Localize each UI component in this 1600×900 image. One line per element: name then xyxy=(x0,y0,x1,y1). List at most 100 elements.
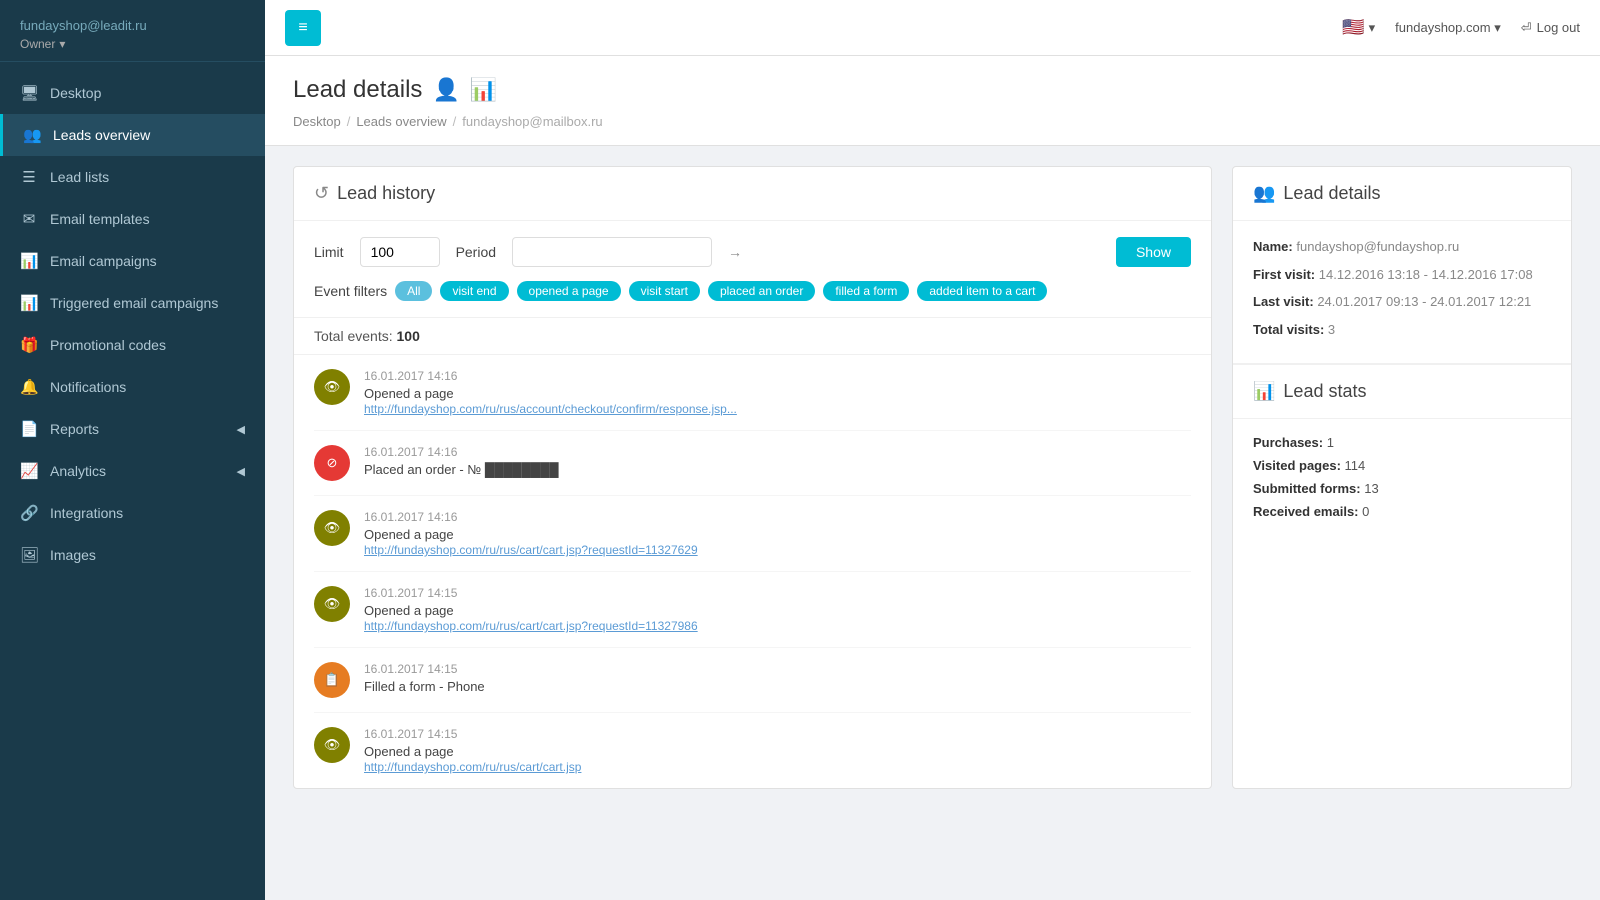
lead-stats-icon: 📊 xyxy=(1253,381,1275,402)
history-icon: ↺ xyxy=(314,183,329,204)
nav-icon-desktop: 🖥 xyxy=(20,84,38,102)
event-content-2: 16.01.2017 14:16 Placed an order - № ███… xyxy=(364,445,1191,477)
nav-icon-notifications: 🔔 xyxy=(20,378,38,396)
breadcrumb-desktop[interactable]: Desktop xyxy=(293,114,341,129)
event-icon-3: 👁 xyxy=(314,510,350,546)
event-content-5: 16.01.2017 14:15 Filled a form - Phone xyxy=(364,662,1191,694)
sidebar-item-integrations[interactable]: 🔗 Integrations xyxy=(0,492,265,534)
lead-stats-panel-header: 📊 Lead stats xyxy=(1233,364,1571,419)
filter-tag-filled-form[interactable]: filled a form xyxy=(823,281,909,301)
history-filters: Limit Period → Show Event filters Allvis… xyxy=(294,221,1211,318)
event-time-6: 16.01.2017 14:15 xyxy=(364,727,1191,741)
nav-icon-promotional-codes: 🎁 xyxy=(20,336,38,354)
lead-history-header: ↺ Lead history xyxy=(294,167,1211,221)
period-input[interactable] xyxy=(512,237,712,267)
lead-last-visit-row: Last visit: 24.01.2017 09:13 - 24.01.201… xyxy=(1253,292,1551,312)
limit-label: Limit xyxy=(314,244,344,260)
event-list[interactable]: 👁 16.01.2017 14:16 Opened a page http://… xyxy=(294,355,1211,788)
visited-pages-row: Visited pages: 114 xyxy=(1253,458,1551,473)
sidebar-item-leads-overview[interactable]: 👥 Leads overview xyxy=(0,114,265,156)
sidebar-item-notifications[interactable]: 🔔 Notifications xyxy=(0,366,265,408)
nav-label-notifications: Notifications xyxy=(50,379,126,395)
breadcrumb: Desktop / Leads overview / fundayshop@ma… xyxy=(293,114,1572,129)
event-item: 👁 16.01.2017 14:15 Opened a page http://… xyxy=(314,713,1191,788)
event-icon-4: 👁 xyxy=(314,586,350,622)
event-desc-4: Opened a page http://fundayshop.com/ru/r… xyxy=(364,603,1191,633)
logout-button[interactable]: ⏎ Log out xyxy=(1521,20,1580,36)
event-item: ⊘ 16.01.2017 14:16 Placed an order - № █… xyxy=(314,431,1191,496)
topbar: ≡ 🇺🇸 ▾ fundayshop.com ▾ ⏎ Log out xyxy=(265,0,1600,56)
filter-tag-placed-order[interactable]: placed an order xyxy=(708,281,815,301)
show-button[interactable]: Show xyxy=(1116,237,1191,267)
sidebar-item-email-campaigns[interactable]: 📊 Email campaigns xyxy=(0,240,265,282)
lead-total-visits-row: Total visits: 3 xyxy=(1253,320,1551,340)
event-link-6[interactable]: http://fundayshop.com/ru/rus/cart/cart.j… xyxy=(364,760,581,774)
filter-tag-visit-start[interactable]: visit start xyxy=(629,281,700,301)
sidebar-nav: 🖥 Desktop 👥 Leads overview ☰ Lead lists … xyxy=(0,62,265,586)
main-wrapper: ≡ 🇺🇸 ▾ fundayshop.com ▾ ⏎ Log out Lead d… xyxy=(265,0,1600,900)
nav-icon-images: 🖼 xyxy=(20,546,38,564)
nav-icon-email-templates: ✉ xyxy=(20,210,38,228)
event-item: 📋 16.01.2017 14:15 Filled a form - Phone xyxy=(314,648,1191,713)
main-grid: ↺ Lead history Limit Period → Show Event… xyxy=(293,166,1572,789)
sidebar-role-dropdown[interactable]: Owner ▾ xyxy=(20,37,245,51)
nav-label-integrations: Integrations xyxy=(50,505,123,521)
filter-tag-added-cart[interactable]: added item to a cart xyxy=(917,281,1047,301)
hamburger-button[interactable]: ≡ xyxy=(285,10,321,46)
sidebar-item-images[interactable]: 🖼 Images xyxy=(0,534,265,576)
nav-label-lead-lists: Lead lists xyxy=(50,169,109,185)
event-desc-3: Opened a page http://fundayshop.com/ru/r… xyxy=(364,527,1191,557)
sidebar-item-reports[interactable]: 📄 Reports ◀ xyxy=(0,408,265,450)
event-content-3: 16.01.2017 14:16 Opened a page http://fu… xyxy=(364,510,1191,557)
page-header: Lead details 👤 📊 Desktop / Leads overvie… xyxy=(265,56,1600,146)
lead-first-visit-row: First visit: 14.12.2016 13:18 - 14.12.20… xyxy=(1253,265,1551,285)
event-filters-row: Event filters All visit end opened a page v… xyxy=(314,281,1191,301)
nav-label-leads-overview: Leads overview xyxy=(53,127,150,143)
event-icon-1: 👁 xyxy=(314,369,350,405)
sidebar-item-promotional-codes[interactable]: 🎁 Promotional codes xyxy=(0,324,265,366)
lead-details-panel-header: 👥 Lead details xyxy=(1233,167,1571,221)
pie-chart-icon: 📊 xyxy=(470,77,497,103)
nav-label-triggered-campaigns: Triggered email campaigns xyxy=(50,295,218,311)
event-time-5: 16.01.2017 14:15 xyxy=(364,662,1191,676)
sidebar: fundayshop@leadit.ru Owner ▾ 🖥 Desktop 👥… xyxy=(0,0,265,900)
received-emails-row: Received emails: 0 xyxy=(1253,504,1551,519)
lead-details-section: Name: fundayshop@fundayshop.ru First vis… xyxy=(1233,221,1571,364)
breadcrumb-leads-overview[interactable]: Leads overview xyxy=(356,114,446,129)
event-time-3: 16.01.2017 14:16 xyxy=(364,510,1191,524)
logout-icon: ⏎ xyxy=(1521,20,1532,36)
event-link-3[interactable]: http://fundayshop.com/ru/rus/cart/cart.j… xyxy=(364,543,698,557)
event-desc-6: Opened a page http://fundayshop.com/ru/r… xyxy=(364,744,1191,774)
event-desc-1: Opened a page http://fundayshop.com/ru/r… xyxy=(364,386,1191,416)
event-link-1[interactable]: http://fundayshop.com/ru/rus/account/che… xyxy=(364,402,737,416)
event-filters-label: Event filters xyxy=(314,283,387,299)
lead-history-panel: ↺ Lead history Limit Period → Show Event… xyxy=(293,166,1212,789)
nav-label-email-campaigns: Email campaigns xyxy=(50,253,157,269)
flag-icon: 🇺🇸 xyxy=(1342,17,1364,38)
sidebar-item-email-templates[interactable]: ✉ Email templates xyxy=(0,198,265,240)
purchases-row: Purchases: 1 xyxy=(1253,435,1551,450)
event-content-4: 16.01.2017 14:15 Opened a page http://fu… xyxy=(364,586,1191,633)
nav-arrow-analytics: ◀ xyxy=(237,465,245,478)
sidebar-item-lead-lists[interactable]: ☰ Lead lists xyxy=(0,156,265,198)
nav-icon-integrations: 🔗 xyxy=(20,504,38,522)
sidebar-item-triggered-campaigns[interactable]: 📊 Triggered email campaigns xyxy=(0,282,265,324)
filter-row-limit: Limit Period → Show xyxy=(314,237,1191,267)
sidebar-item-analytics[interactable]: 📈 Analytics ◀ xyxy=(0,450,265,492)
event-time-1: 16.01.2017 14:16 xyxy=(364,369,1191,383)
limit-input[interactable] xyxy=(360,237,440,267)
sidebar-user-email: fundayshop@leadit.ru xyxy=(20,18,245,33)
domain-selector[interactable]: fundayshop.com ▾ xyxy=(1395,20,1501,36)
submitted-forms-row: Submitted forms: 13 xyxy=(1253,481,1551,496)
filter-tag-all[interactable]: All xyxy=(395,281,432,301)
nav-label-reports: Reports xyxy=(50,421,99,437)
sidebar-item-desktop[interactable]: 🖥 Desktop xyxy=(0,72,265,114)
filter-tag-opened-page[interactable]: opened a page xyxy=(517,281,621,301)
language-selector[interactable]: 🇺🇸 ▾ xyxy=(1342,17,1375,38)
event-link-4[interactable]: http://fundayshop.com/ru/rus/cart/cart.j… xyxy=(364,619,698,633)
event-icon-6: 👁 xyxy=(314,727,350,763)
event-desc-2: Placed an order - № ████████ xyxy=(364,462,1191,477)
event-icon-2: ⊘ xyxy=(314,445,350,481)
filter-tag-visit-end[interactable]: visit end xyxy=(440,281,508,301)
lead-details-right-panel: 👥 Lead details Name: fundayshop@fundaysh… xyxy=(1232,166,1572,789)
